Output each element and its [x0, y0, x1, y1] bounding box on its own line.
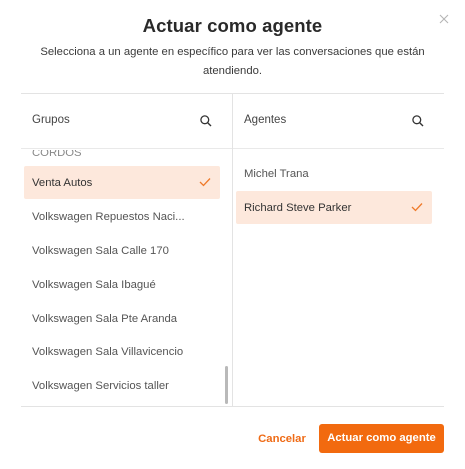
list-item-label: Richard Steve Parker — [244, 201, 352, 214]
list-item[interactable]: Volkswagen Servicios taller — [24, 369, 220, 402]
list-item[interactable]: Volkswagen Sala Calle 170 — [24, 234, 220, 267]
group-item-venta-autos[interactable]: Venta Autos — [24, 166, 220, 199]
list-item-label: Volkswagen Sala Villavicencio — [32, 345, 184, 358]
list-item[interactable]: Volkswagen Sala Ibagué — [24, 268, 220, 301]
check-icon — [199, 178, 211, 187]
list-item[interactable]: Volkswagen Repuestos Naci... — [24, 200, 220, 233]
agent-item-michel-trana[interactable]: Michel Trana — [236, 157, 432, 190]
groups-panel: Grupos CORDOS Venta Autos Volkswagen Rep… — [21, 93, 233, 407]
agents-header-label: Agentes — [244, 114, 287, 126]
search-icon — [412, 115, 424, 127]
act-as-agent-button[interactable]: Actuar como agente — [319, 424, 444, 453]
agents-search-button[interactable] — [411, 114, 425, 128]
list-item-label: Volkswagen Repuestos Naci... — [32, 210, 185, 223]
dialog-title: Actuar como agente — [142, 15, 323, 36]
groups-header-label: Grupos — [32, 114, 70, 126]
list-item-label: Volkswagen Sala Calle 170 — [32, 244, 169, 257]
list-item-label: Volkswagen Sala Pte Aranda — [32, 312, 178, 325]
groups-list[interactable]: CORDOS Venta Autos Volkswagen Repuestos … — [21, 150, 232, 406]
groups-scrollbar-thumb[interactable] — [225, 366, 228, 404]
list-item-label: Venta Autos — [32, 176, 93, 189]
agents-list[interactable]: Michel Trana Richard Steve Parker — [233, 150, 444, 406]
agents-header: Agentes — [233, 94, 444, 149]
dialog-subtitle: Selecciona a un agente en específico par… — [40, 46, 425, 77]
list-item-label: Michel Trana — [244, 167, 309, 180]
list-item[interactable]: Volkswagen Sala Villavicencio — [24, 335, 220, 368]
list-item[interactable]: Volkswagen Sala Pte Aranda — [24, 302, 220, 335]
agents-panel: Agentes Michel Trana Richard Steve Parke… — [233, 93, 444, 407]
list-item-label: Volkswagen Servicios taller — [32, 379, 169, 392]
agent-item-richard-steve-parker[interactable]: Richard Steve Parker — [236, 191, 432, 224]
groups-header: Grupos — [21, 94, 232, 149]
search-icon — [200, 115, 212, 127]
cancel-button[interactable]: Cancelar — [252, 425, 312, 453]
check-icon — [411, 203, 423, 212]
groups-search-button[interactable] — [199, 114, 213, 128]
list-item-label: Volkswagen Sala Ibagué — [32, 278, 156, 291]
act-as-agent-dialog: Actuar como agente Selecciona a un agent… — [0, 0, 465, 469]
